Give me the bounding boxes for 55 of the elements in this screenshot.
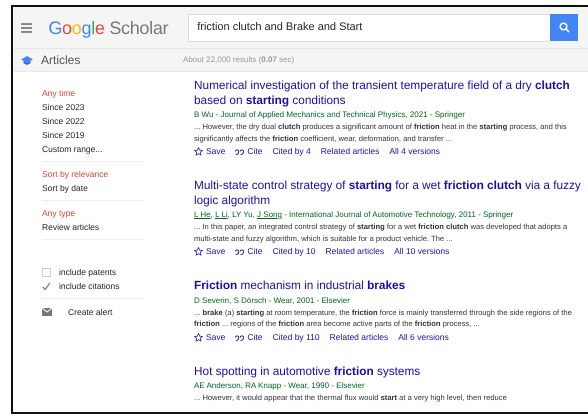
result-title[interactable]: Multi-state control strategy of starting for a wet friction clutch via a fuzzy logic algorithm xyxy=(194,178,582,207)
filter-link[interactable]: Any time xyxy=(42,86,144,100)
result-title[interactable]: Friction mechanism in industrial brakes xyxy=(194,278,582,292)
checkbox[interactable] xyxy=(42,268,51,276)
create-alert-link[interactable]: Create alert xyxy=(68,305,112,319)
cite-link[interactable]: Cite xyxy=(235,145,262,158)
result-link[interactable]: All 6 versions xyxy=(398,330,449,344)
filter-link[interactable]: Sort by relevance xyxy=(42,167,144,181)
star-icon xyxy=(194,147,203,156)
result-source: L He, L Li, LY Yu, J Song - International Journal of Automotive Technology, 2011 - Springer xyxy=(194,209,514,221)
filter-link[interactable]: Any type xyxy=(42,206,144,220)
filter-link[interactable]: Since 2023 xyxy=(42,100,144,114)
cap-icon xyxy=(21,56,33,64)
star-icon xyxy=(194,332,203,342)
result-link[interactable]: Cited by 110 xyxy=(272,330,320,344)
quote-icon xyxy=(235,148,244,155)
result-link[interactable]: Related articles xyxy=(330,330,388,344)
result-link[interactable]: All 10 versions xyxy=(394,245,450,258)
articles-label[interactable]: Articles xyxy=(41,51,183,69)
result-title[interactable]: Hot spotting in automotive friction systems xyxy=(194,364,582,378)
quote-icon xyxy=(235,248,244,255)
filter-link[interactable]: Sort by date xyxy=(42,181,144,195)
checkbox-label[interactable]: include citations xyxy=(59,279,120,293)
checkbox[interactable] xyxy=(42,282,51,290)
save-link[interactable]: Save xyxy=(194,145,226,158)
cite-link[interactable]: Cite xyxy=(235,245,262,258)
result-source: AE Anderson, RA Knapp - Wear, 1990 - Elsevier xyxy=(194,380,366,392)
result-link[interactable]: Cited by 10 xyxy=(272,245,316,258)
result-title[interactable]: Numerical investigation of the transient temperature field of a dry clutch based on starting conditions xyxy=(194,78,582,107)
search-field[interactable]: friction clutch and Brake and Start xyxy=(188,14,550,42)
filter-link[interactable]: Since 2019 xyxy=(42,128,144,142)
quote-icon xyxy=(235,334,244,340)
filter-link[interactable]: Custom range... xyxy=(42,142,144,156)
cite-link[interactable]: Cite xyxy=(235,330,262,344)
menu-icon[interactable] xyxy=(21,22,32,32)
results-count: About 22,000 results (0.07 sec) xyxy=(183,54,294,66)
star-icon xyxy=(194,247,203,256)
result-source: B Wu - Journal of Applied Mechanics and Technical Physics, 2021 - Springer xyxy=(194,109,466,121)
result-link[interactable]: Related articles xyxy=(320,145,380,158)
search-button[interactable] xyxy=(550,14,578,40)
save-link[interactable]: Save xyxy=(194,245,226,258)
author-link[interactable]: L Li xyxy=(215,210,228,219)
author-link[interactable]: J Song xyxy=(257,210,282,219)
filter-link[interactable]: Since 2022 xyxy=(42,114,144,128)
logo[interactable]: Google Scholar xyxy=(48,16,168,40)
result-link[interactable]: All 4 versions xyxy=(389,145,440,158)
result-source: D Severin, S Dörsch - Wear, 2001 - Elsevier xyxy=(194,294,351,306)
result-link[interactable]: Cited by 4 xyxy=(272,145,311,158)
mail-icon xyxy=(42,308,52,316)
checkbox-label[interactable]: include patents xyxy=(59,265,116,279)
filter-link[interactable]: Review articles xyxy=(42,220,144,234)
author-link[interactable]: L He xyxy=(194,210,211,219)
result-link[interactable]: Related articles xyxy=(326,245,384,258)
search-icon xyxy=(558,22,570,32)
save-link[interactable]: Save xyxy=(194,330,226,344)
